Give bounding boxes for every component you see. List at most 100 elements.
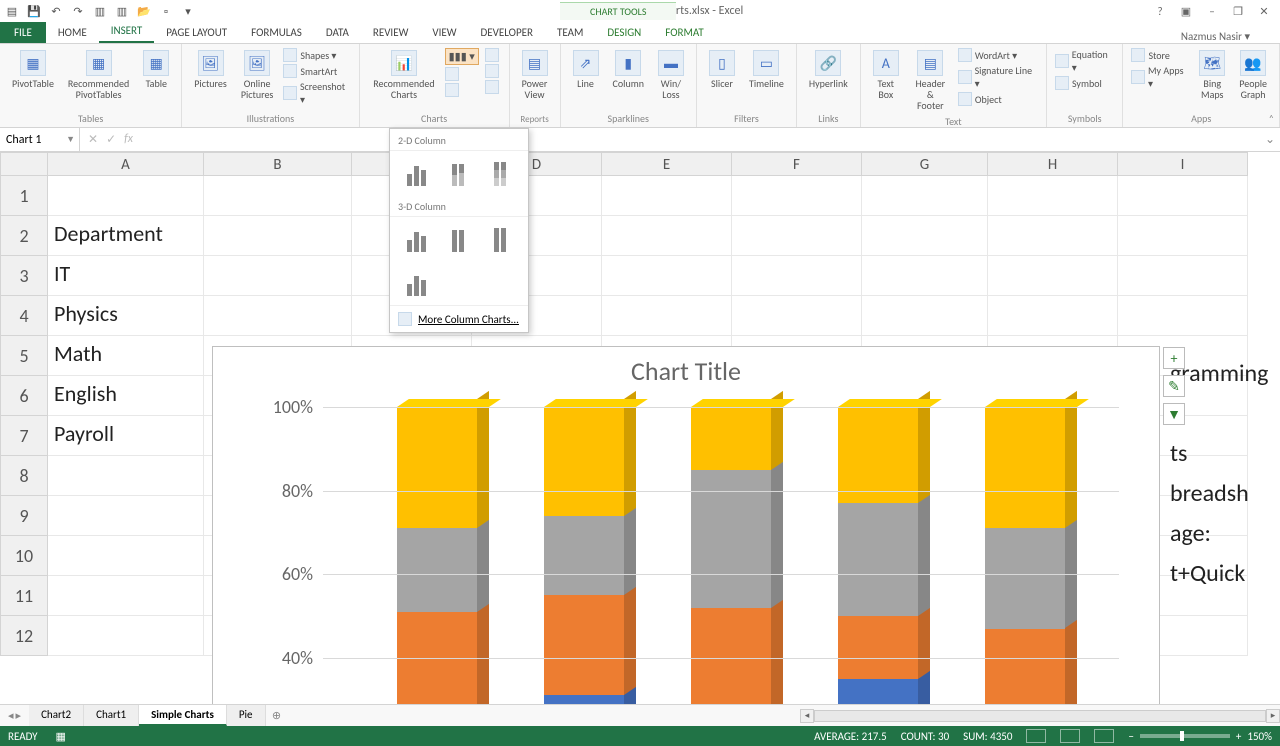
cell[interactable] — [862, 296, 988, 336]
tab-developer[interactable]: DEVELOPER — [469, 22, 545, 43]
power-view-button[interactable]: ▤Power View — [518, 48, 552, 102]
enter-formula-icon[interactable]: ✓ — [106, 132, 116, 147]
qat-new-icon[interactable]: ▫ — [158, 3, 174, 19]
select-all-corner[interactable] — [0, 152, 48, 176]
text-box-button[interactable]: AText Box — [869, 48, 903, 102]
screenshot-button[interactable]: Screenshot ▾ — [283, 80, 350, 106]
chart-object[interactable]: Chart Title ITPhysicsMathEnglishPayroll … — [212, 346, 1160, 704]
page-layout-view-button[interactable] — [1060, 729, 1080, 743]
row-header[interactable]: 10 — [0, 536, 48, 576]
sheet-tab[interactable]: Chart1 — [84, 705, 139, 726]
macro-record-icon[interactable]: ▦ — [56, 730, 66, 743]
sheet-tab[interactable]: Pie — [227, 705, 266, 726]
qat-icon[interactable]: ▥ — [92, 3, 108, 19]
chart-segment[interactable] — [838, 679, 918, 704]
cell[interactable] — [204, 296, 352, 336]
timeline-button[interactable]: ▭Timeline — [745, 48, 788, 91]
signature-line-button[interactable]: Signature Line ▾ — [958, 64, 1038, 90]
sheet-tab[interactable]: Simple Charts — [139, 705, 227, 726]
clustered-column-2d-icon[interactable] — [400, 157, 432, 189]
online-pictures-button[interactable]: 🖼Online Pictures — [237, 48, 278, 102]
zoom-out-button[interactable]: − — [1128, 730, 1133, 743]
tab-design[interactable]: DESIGN — [595, 22, 653, 43]
cell[interactable]: Payroll — [48, 416, 204, 456]
bing-maps-button[interactable]: 🗺Bing Maps — [1195, 48, 1229, 102]
chart-segment[interactable] — [985, 629, 1065, 704]
tab-format[interactable]: FORMAT — [653, 22, 715, 43]
collapse-ribbon-button[interactable]: ˄ — [1269, 112, 1274, 125]
chart-title[interactable]: Chart Title — [213, 347, 1159, 387]
cell[interactable] — [1118, 216, 1248, 256]
row-header[interactable]: 11 — [0, 576, 48, 616]
cell[interactable] — [48, 536, 204, 576]
cell[interactable] — [602, 216, 732, 256]
cell[interactable] — [204, 216, 352, 256]
col-header[interactable]: G — [862, 152, 988, 176]
stacked-column-2d-icon[interactable] — [442, 157, 474, 189]
cell[interactable] — [988, 216, 1118, 256]
cell[interactable] — [862, 256, 988, 296]
object-button[interactable]: Object — [958, 92, 1002, 106]
cell[interactable] — [732, 256, 862, 296]
zoom-in-button[interactable]: + — [1236, 730, 1241, 743]
normal-view-button[interactable] — [1026, 729, 1046, 743]
col-header[interactable]: A — [48, 152, 204, 176]
more-column-charts-button[interactable]: More Column Charts... — [390, 305, 528, 332]
cell[interactable]: Math — [48, 336, 204, 376]
cell[interactable] — [1118, 296, 1248, 336]
chart-segment[interactable] — [838, 407, 918, 503]
tab-data[interactable]: DATA — [314, 22, 361, 43]
col-header[interactable]: H — [988, 152, 1118, 176]
slicer-button[interactable]: ▯Slicer — [705, 48, 739, 91]
chart-bar[interactable]: IT — [397, 407, 477, 704]
tab-view[interactable]: VIEW — [420, 22, 468, 43]
chart-segment[interactable] — [397, 407, 477, 528]
sheet-tab[interactable]: Chart2 — [29, 705, 84, 726]
qat-icon[interactable]: ▥ — [114, 3, 130, 19]
chart-plot-area[interactable]: ITPhysicsMathEnglishPayroll 0%20%40%60%8… — [323, 407, 1119, 704]
cell[interactable] — [732, 216, 862, 256]
chart-filters-button[interactable]: ▼ — [1163, 403, 1185, 425]
smartart-button[interactable]: SmartArt — [283, 64, 337, 78]
row-header[interactable]: 1 — [0, 176, 48, 216]
hyperlink-button[interactable]: 🔗Hyperlink — [805, 48, 852, 91]
chart-segment[interactable] — [544, 695, 624, 704]
stacked-100-column-3d-icon[interactable] — [484, 223, 516, 255]
cell[interactable] — [48, 456, 204, 496]
col-header[interactable]: E — [602, 152, 732, 176]
pivottable-button[interactable]: ▦PivotTable — [8, 48, 58, 91]
row-header[interactable]: 7 — [0, 416, 48, 456]
row-header[interactable]: 12 — [0, 616, 48, 656]
cell[interactable] — [602, 176, 732, 216]
row-header[interactable]: 9 — [0, 496, 48, 536]
chart-segment[interactable] — [691, 407, 771, 470]
tab-file[interactable]: FILE — [0, 22, 46, 43]
cell[interactable] — [48, 176, 204, 216]
chart-elements-button[interactable]: + — [1163, 347, 1185, 369]
recommended-charts-button[interactable]: 📊Recommended Charts — [369, 48, 438, 102]
chart-segment[interactable] — [544, 516, 624, 595]
minimize-button[interactable]: – — [1202, 5, 1222, 18]
cell[interactable] — [862, 176, 988, 216]
undo-icon[interactable]: ↶ — [48, 3, 64, 19]
table-button[interactable]: ▦Table — [139, 48, 173, 91]
qat-more-icon[interactable]: ▾ — [180, 3, 196, 19]
cell[interactable]: IT — [48, 256, 204, 296]
cell[interactable] — [988, 296, 1118, 336]
column-chart-dropdown[interactable]: ▮▮▮ ▾ — [445, 48, 479, 65]
cell[interactable] — [988, 176, 1118, 216]
close-button[interactable]: ✕ — [1254, 5, 1274, 18]
row-header[interactable]: 2 — [0, 216, 48, 256]
shapes-button[interactable]: Shapes ▾ — [283, 48, 336, 62]
expand-formula-bar-button[interactable]: ⌄ — [1260, 132, 1280, 147]
pie-chart-dropdown[interactable] — [445, 83, 459, 97]
cell[interactable] — [988, 256, 1118, 296]
qat-open-icon[interactable]: 📂 — [136, 3, 152, 19]
cell[interactable] — [862, 216, 988, 256]
cell[interactable] — [48, 616, 204, 656]
equation-button[interactable]: Equation ▾ — [1055, 48, 1114, 74]
chart-segment[interactable] — [838, 616, 918, 679]
cell[interactable]: Physics — [48, 296, 204, 336]
cell[interactable] — [204, 176, 352, 216]
cell[interactable]: English — [48, 376, 204, 416]
